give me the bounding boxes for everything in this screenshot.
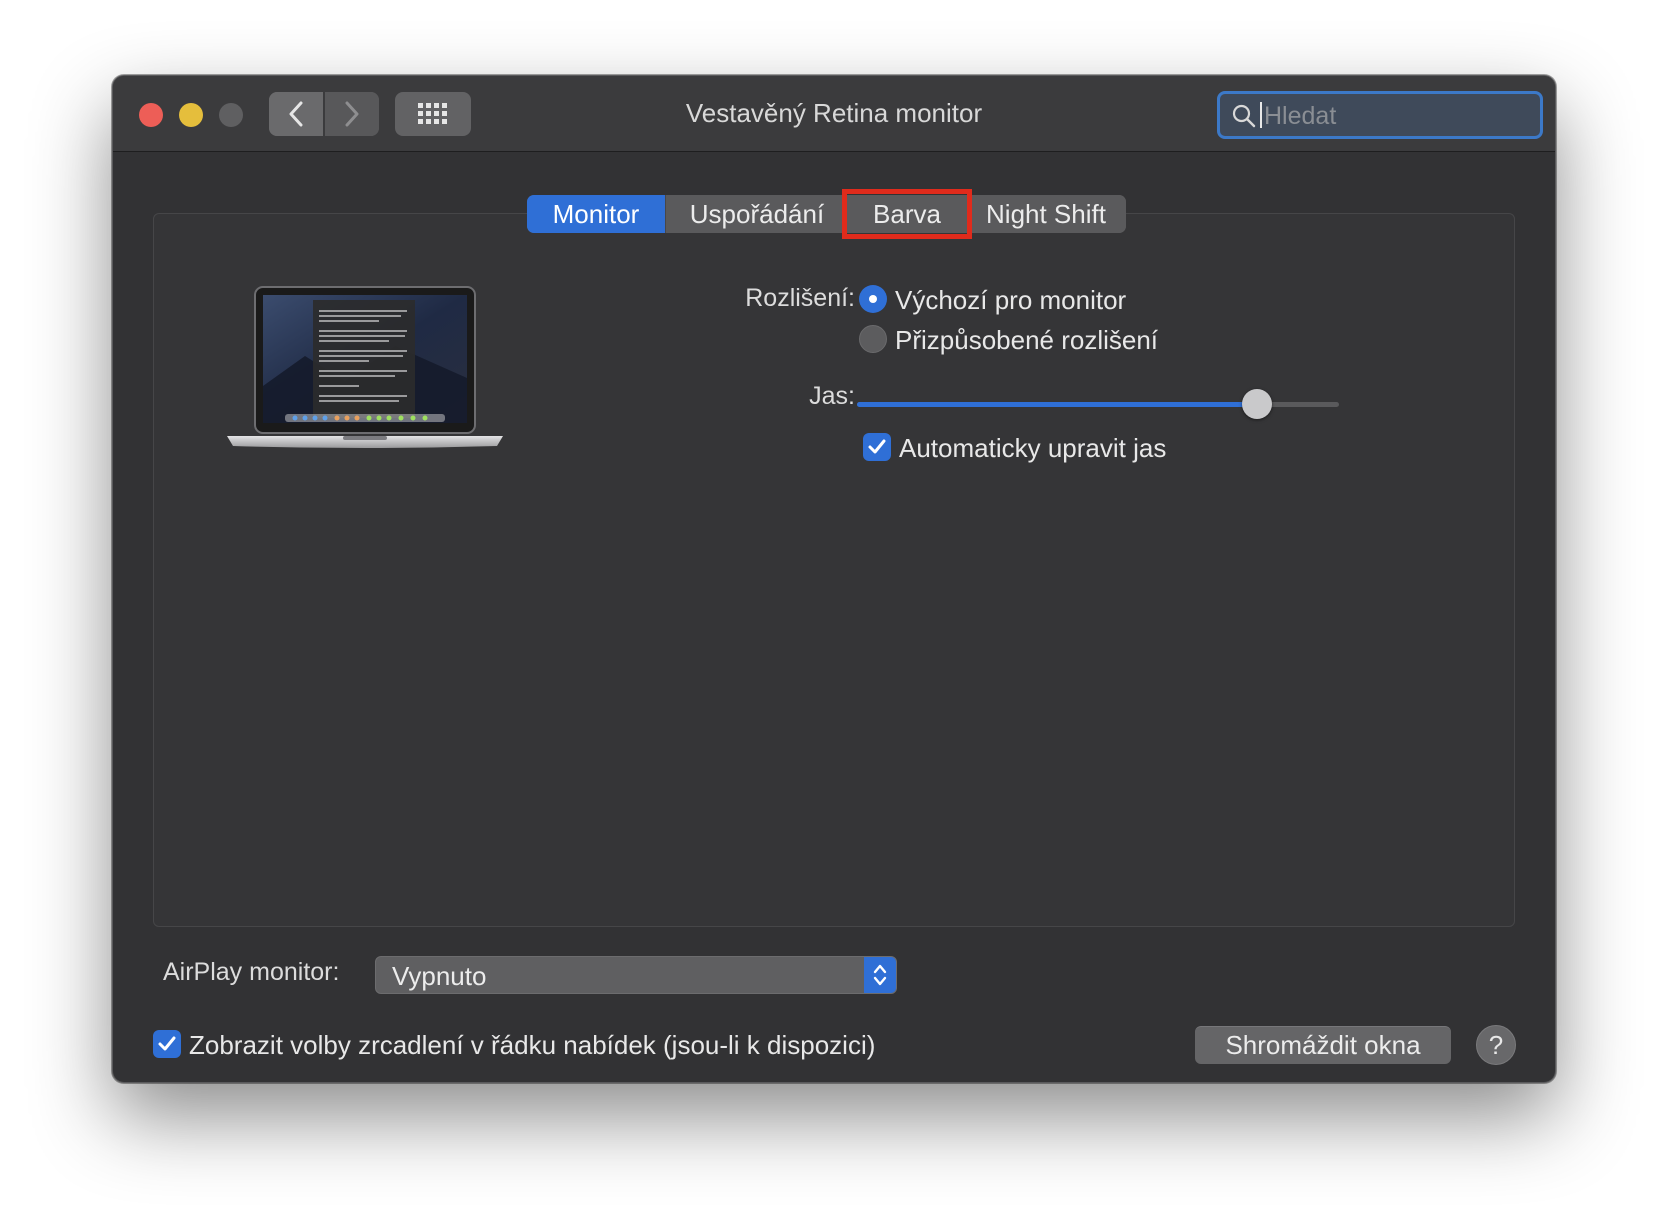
airplay-select[interactable]: Vypnuto <box>375 956 897 994</box>
tab-arrangement[interactable]: Uspořádání <box>665 195 848 233</box>
tab-color[interactable]: Barva <box>842 189 972 239</box>
airplay-select-value: Vypnuto <box>392 961 487 991</box>
option-scaled-resolution-label[interactable]: Přizpůsobené rozlišení <box>895 325 1158 356</box>
brightness-slider[interactable] <box>857 389 1339 419</box>
updown-arrows-icon <box>864 957 896 993</box>
macbook-image <box>227 286 503 448</box>
search-field[interactable] <box>1217 91 1543 139</box>
search-icon <box>1232 104 1256 128</box>
option-default-resolution-label[interactable]: Výchozí pro monitor <box>895 285 1126 316</box>
airplay-label: AirPlay monitor: <box>163 958 340 986</box>
brightness-slider-thumb[interactable] <box>1242 389 1273 419</box>
laptop-illustration <box>225 286 505 461</box>
search-input[interactable] <box>1262 98 1536 134</box>
resolution-label: Rozlišení: <box>745 284 855 312</box>
radio-default-resolution[interactable] <box>859 285 887 313</box>
brightness-label: Jas: <box>809 382 855 410</box>
auto-brightness-checkbox[interactable] <box>863 433 891 461</box>
preferences-window: Vestavěný Retina monitor Monitor Uspořád… <box>112 75 1556 1083</box>
checkmark-icon <box>868 439 886 454</box>
tab-monitor[interactable]: Monitor <box>527 195 665 233</box>
checkmark-icon <box>158 1036 176 1051</box>
help-button[interactable]: ? <box>1476 1025 1516 1065</box>
brightness-slider-fill <box>857 402 1258 407</box>
mirroring-label[interactable]: Zobrazit volby zrcadlení v řádku nabídek… <box>189 1030 875 1061</box>
gather-windows-button[interactable]: Shromáždit okna <box>1195 1026 1451 1064</box>
radio-scaled-resolution[interactable] <box>859 325 887 353</box>
mirroring-checkbox[interactable] <box>153 1030 181 1058</box>
tab-night-shift[interactable]: Night Shift <box>966 195 1126 233</box>
auto-brightness-label[interactable]: Automaticky upravit jas <box>899 433 1166 464</box>
title-bar: Vestavěný Retina monitor <box>113 76 1555 152</box>
tab-bar: Monitor Uspořádání Barva Night Shift <box>527 189 1126 239</box>
